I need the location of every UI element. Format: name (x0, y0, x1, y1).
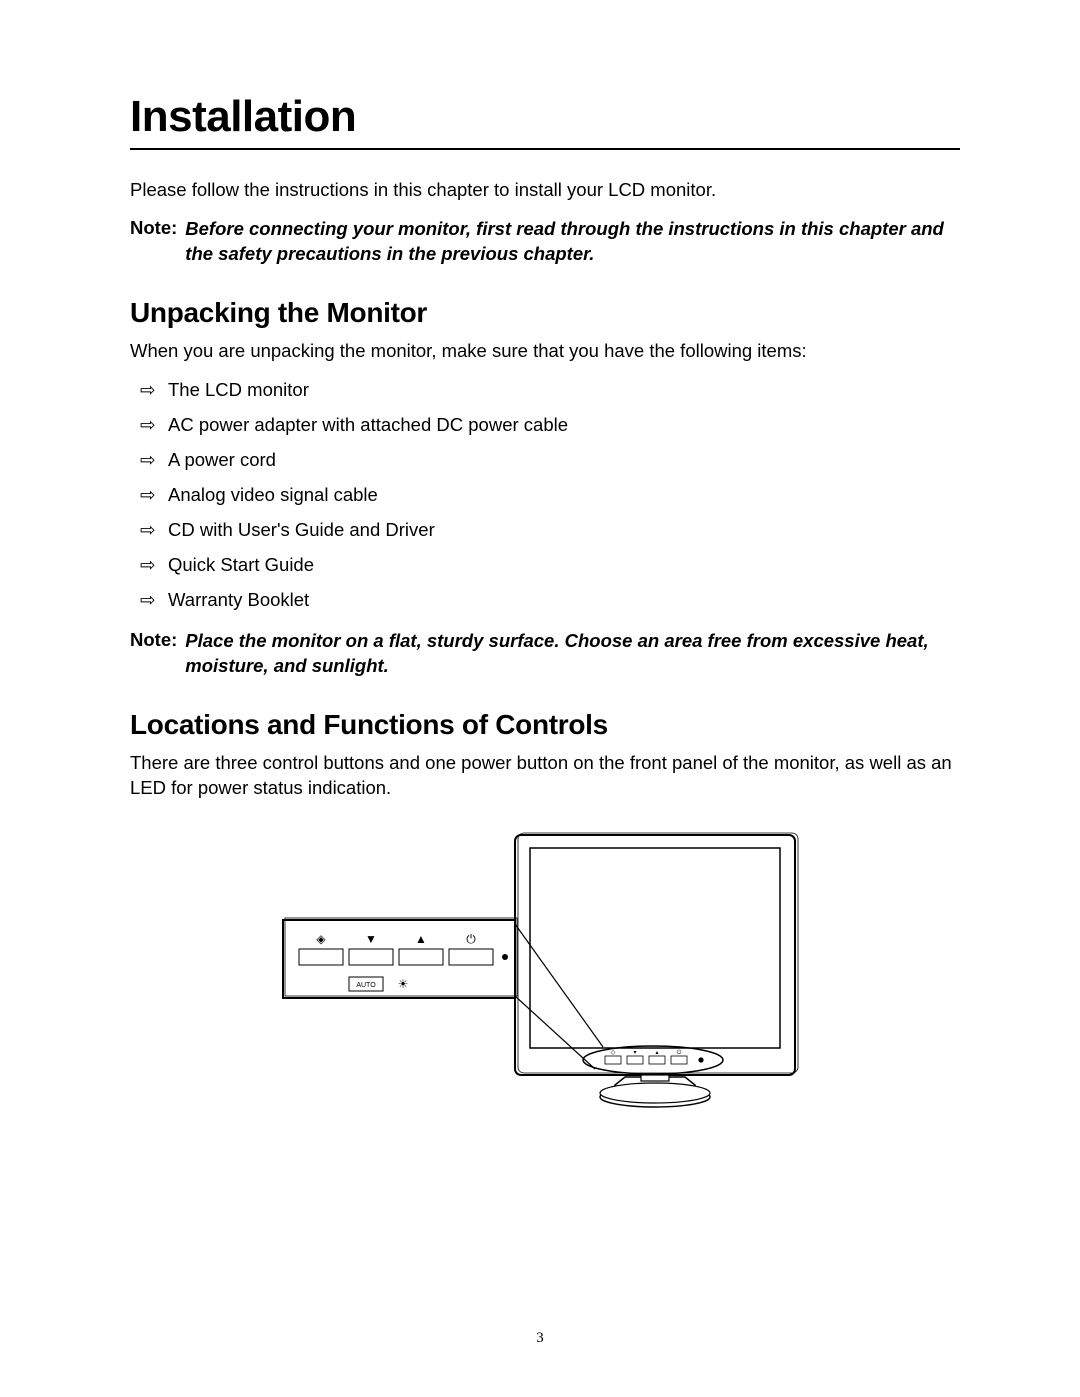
svg-text:▴: ▴ (655, 1050, 658, 1056)
note-body: Place the monitor on a flat, sturdy surf… (185, 629, 960, 679)
note-label: Note: (130, 217, 177, 267)
controls-intro-paragraph: There are three control buttons and one … (130, 751, 960, 801)
unpacking-list: The LCD monitor AC power adapter with at… (130, 378, 960, 613)
brightness-icon: ☀ (398, 977, 409, 991)
page-number: 3 (0, 1330, 1080, 1347)
note-label: Note: (130, 629, 177, 679)
svg-text:◇: ◇ (611, 1050, 616, 1056)
intro-paragraph: Please follow the instructions in this c… (130, 178, 960, 203)
list-item: The LCD monitor (168, 378, 960, 403)
section-heading-unpacking: Unpacking the Monitor (130, 297, 960, 329)
note-2: Note: Place the monitor on a flat, sturd… (130, 629, 960, 679)
section-heading-controls: Locations and Functions of Controls (130, 709, 960, 741)
page-title: Installation (130, 92, 960, 142)
up-icon: ▲ (415, 932, 427, 946)
svg-text:▾: ▾ (633, 1050, 636, 1056)
menu-icon: ◈ (316, 932, 326, 946)
document-page: Installation Please follow the instructi… (0, 0, 1080, 1397)
title-rule (130, 148, 960, 150)
power-icon: ⏻ (466, 932, 476, 946)
list-item: CD with User's Guide and Driver (168, 518, 960, 543)
svg-text:⏻: ⏻ (677, 1049, 682, 1056)
down-icon: ▼ (365, 932, 377, 946)
auto-label: AUTO (356, 982, 376, 989)
unpacking-intro-paragraph: When you are unpacking the monitor, make… (130, 339, 960, 364)
list-item: Warranty Booklet (168, 588, 960, 613)
list-item: Analog video signal cable (168, 483, 960, 508)
list-item: Quick Start Guide (168, 553, 960, 578)
monitor-illustration: ◇ ▾ ▴ ⏻ (275, 825, 815, 1115)
controls-figure: ◇ ▾ ▴ ⏻ (275, 825, 815, 1115)
note-1: Note: Before connecting your monitor, fi… (130, 217, 960, 267)
list-item: AC power adapter with attached DC power … (168, 413, 960, 438)
note-body: Before connecting your monitor, first re… (185, 217, 960, 267)
list-item: A power cord (168, 448, 960, 473)
